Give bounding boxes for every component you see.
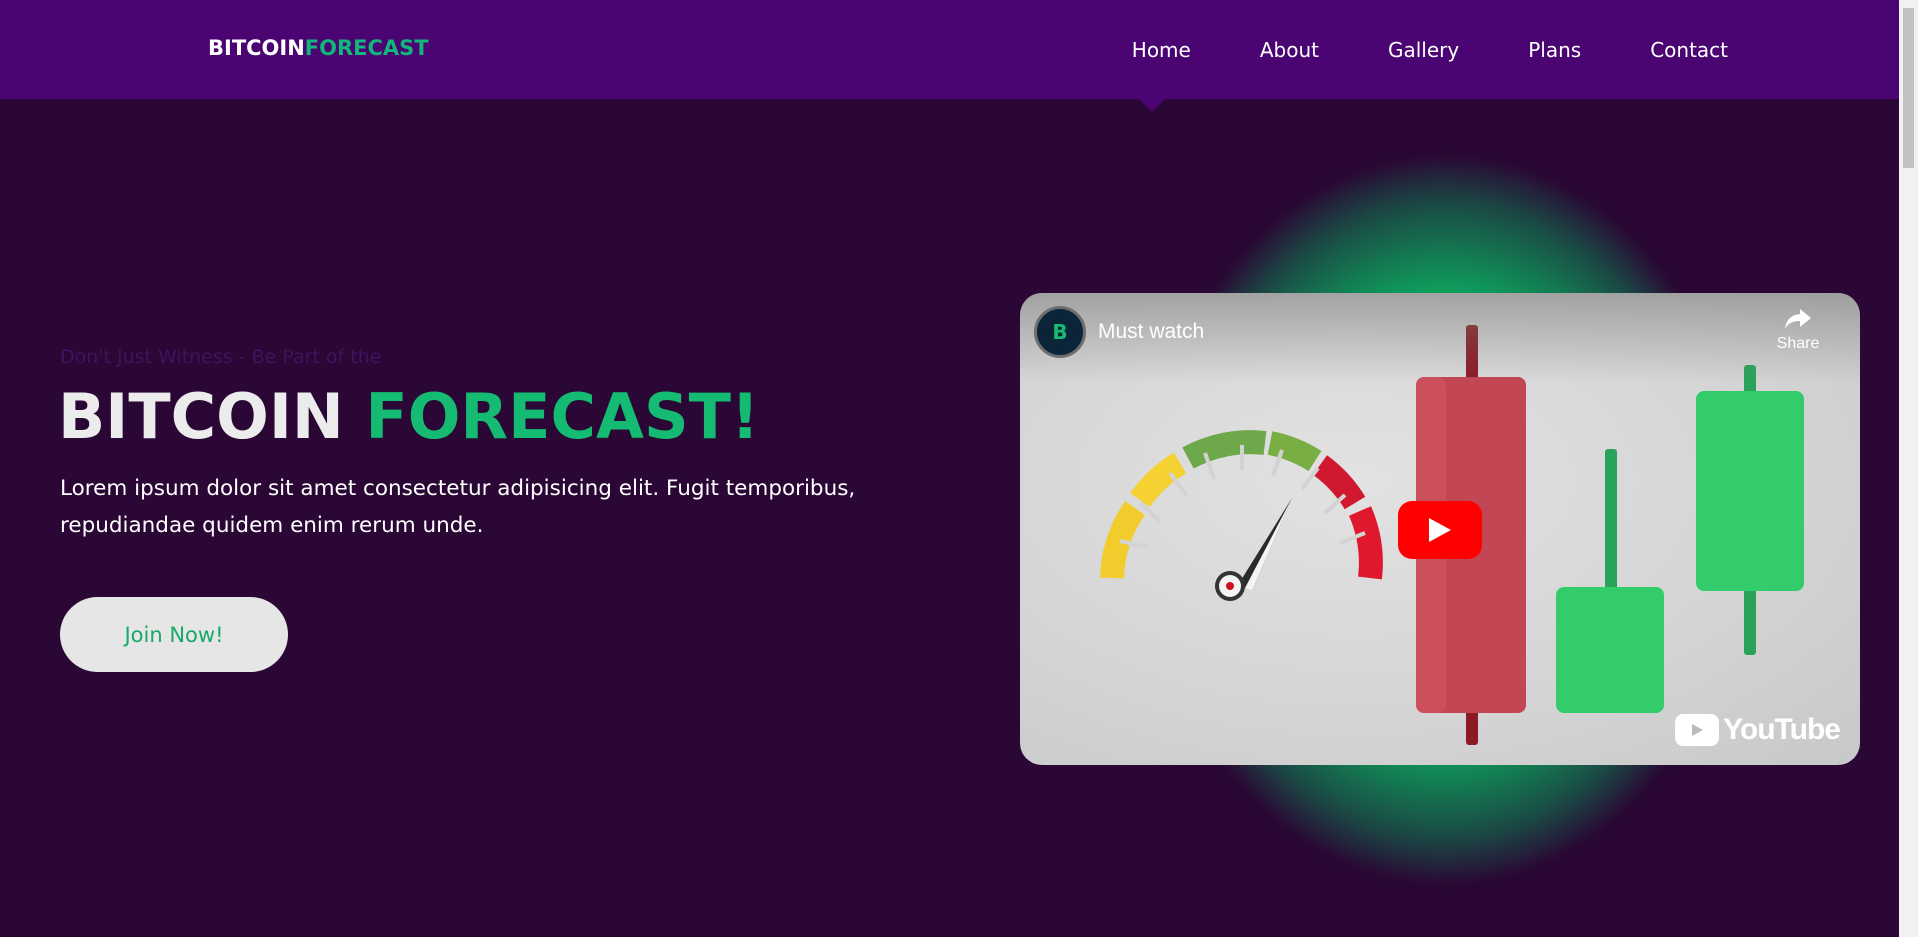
youtube-logo-text: YouTube — [1723, 713, 1841, 746]
nav-item-gallery[interactable]: Gallery — [1388, 38, 1459, 62]
channel-avatar[interactable]: B — [1034, 306, 1086, 358]
youtube-play-icon — [1675, 714, 1720, 746]
youtube-logo[interactable]: YouTube — [1675, 713, 1841, 747]
nav-item-about[interactable]: About — [1260, 38, 1319, 62]
play-icon — [1429, 518, 1451, 542]
top-navbar: BITCOINFORECAST Home About Gallery Plans… — [0, 0, 1899, 112]
brand-logo[interactable]: BITCOINFORECAST — [208, 36, 429, 60]
hero-title: BITCOIN FORECAST! — [58, 380, 759, 453]
nav-menu: Home About Gallery Plans Contact — [1063, 38, 1728, 62]
brand-text-bitcoin: BITCOIN — [208, 36, 305, 60]
hero-title-bitcoin: BITCOIN — [58, 380, 366, 453]
nav-item-contact[interactable]: Contact — [1650, 38, 1728, 62]
nav-item-home[interactable]: Home — [1132, 38, 1191, 62]
scrollbar-thumb[interactable] — [1903, 8, 1914, 168]
play-button[interactable] — [1398, 501, 1482, 559]
page-scrollbar[interactable] — [1899, 0, 1918, 937]
hero-title-forecast: FORECAST! — [365, 380, 760, 453]
hero-eyebrow: Don't Just Witness - Be Part of the — [60, 346, 382, 368]
share-label: Share — [1776, 335, 1820, 352]
video-title[interactable]: Must watch — [1098, 320, 1204, 344]
nav-item-plans[interactable]: Plans — [1528, 38, 1581, 62]
hero-description: Lorem ipsum dolor sit amet consectetur a… — [60, 476, 856, 538]
active-nav-indicator — [1139, 99, 1165, 112]
share-arrow-icon — [1785, 309, 1811, 329]
share-button[interactable]: Share — [1770, 307, 1826, 353]
youtube-video-embed[interactable]: B Must watch Share YouTube — [1020, 293, 1860, 765]
brand-text-forecast: FORECAST — [304, 36, 429, 60]
join-now-button[interactable]: Join Now! — [60, 597, 288, 672]
